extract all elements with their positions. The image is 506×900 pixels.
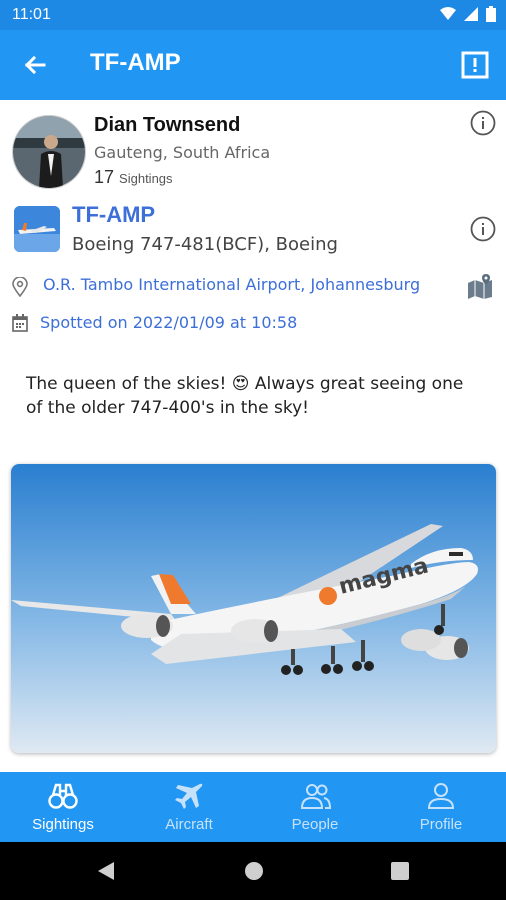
wifi-icon	[440, 7, 456, 20]
caption-line-1: The queen of the skies! 😍 Always great s…	[26, 374, 464, 394]
nav-profile-label: Profile	[419, 816, 463, 833]
airport-link[interactable]: O.R. Tambo International Airport, Johann…	[43, 275, 420, 294]
spotted-time: at 10:58	[230, 313, 298, 332]
system-home-icon[interactable]	[244, 861, 264, 881]
system-recents-icon[interactable]	[391, 862, 409, 880]
calendar-icon	[12, 314, 28, 332]
user-sightings-count: 17 Sightings	[94, 167, 173, 188]
people-icon	[300, 784, 332, 809]
user-name[interactable]: Dian Townsend	[94, 114, 240, 137]
spotted-date: Spotted on 2022/01/09	[40, 313, 225, 332]
status-bar: 11:01	[0, 0, 506, 30]
app-bar: TF-AMP	[0, 30, 506, 100]
page-title: TF-AMP	[90, 49, 181, 76]
aircraft-info-icon[interactable]	[470, 216, 496, 242]
nav-sightings[interactable]: Sightings	[0, 772, 126, 842]
bottom-navigation: Sightings Aircraft People Profile	[0, 772, 506, 842]
profile-icon	[427, 783, 455, 809]
sighting-detail: Dian Townsend Gauteng, South Africa 17 S…	[0, 100, 506, 772]
report-icon[interactable]	[460, 50, 490, 80]
nav-aircraft-label: Aircraft	[165, 816, 213, 833]
back-arrow-icon[interactable]	[20, 50, 50, 80]
aircraft-model: Boeing 747-481(BCF), Boeing	[72, 234, 338, 255]
sightings-number: 17	[94, 167, 115, 187]
date-row: Spotted on 2022/01/09 at 10:58	[12, 312, 492, 336]
user-info-icon[interactable]	[470, 110, 496, 136]
airplane-icon	[175, 783, 203, 809]
sightings-label: Sightings	[119, 171, 173, 186]
aircraft-thumbnail[interactable]	[14, 206, 60, 252]
location-pin-icon	[12, 277, 28, 297]
aircraft-registration[interactable]: TF-AMP	[72, 202, 155, 228]
caption-line-2: of the older 747-400's in the sky!	[26, 398, 309, 418]
user-avatar[interactable]	[12, 115, 86, 189]
system-navigation-bar	[0, 842, 506, 900]
nav-people-label: People	[291, 816, 339, 833]
battery-icon	[486, 6, 496, 22]
signal-icon	[464, 7, 478, 21]
nav-aircraft[interactable]: Aircraft	[126, 772, 252, 842]
system-back-icon[interactable]	[96, 861, 116, 881]
nav-profile[interactable]: Profile	[378, 772, 504, 842]
binoculars-icon	[48, 783, 78, 809]
status-time: 11:01	[12, 6, 51, 23]
map-icon[interactable]	[466, 273, 494, 299]
nav-people[interactable]: People	[252, 772, 378, 842]
user-location: Gauteng, South Africa	[94, 143, 271, 162]
nav-sightings-label: Sightings	[32, 816, 94, 833]
sighting-photo[interactable]: magma	[11, 464, 496, 753]
sighting-caption: The queen of the skies! 😍 Always great s…	[26, 372, 486, 420]
airport-row: O.R. Tambo International Airport, Johann…	[12, 273, 502, 299]
